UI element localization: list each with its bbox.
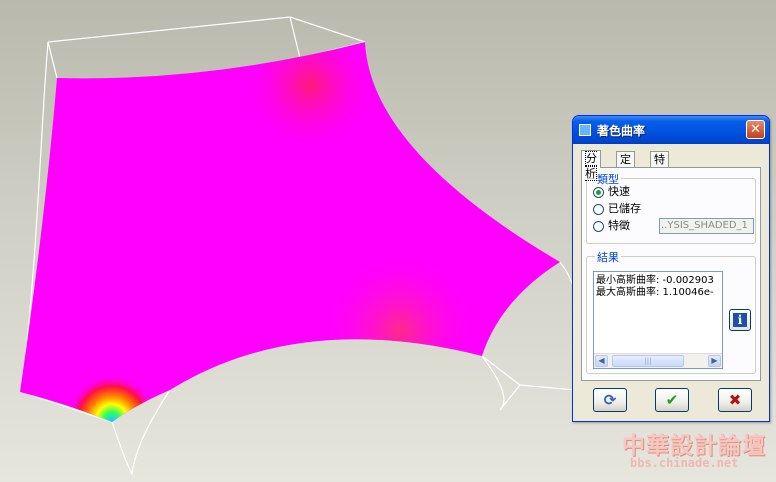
repaint-icon: ⟳ <box>603 391 617 409</box>
curvature-spectrum-spot <box>20 42 560 422</box>
cancel-button[interactable]: ✖ <box>718 388 752 412</box>
info-icon: i <box>733 313 747 327</box>
info-button[interactable]: i <box>729 309 751 331</box>
scroll-right-icon[interactable]: ▶ <box>708 355 721 367</box>
checkmark-icon: ✔ <box>665 391 679 409</box>
radio-feature-label: 特徵 <box>608 219 630 232</box>
horizontal-scrollbar[interactable]: ◀ ||| ▶ <box>594 353 722 368</box>
radio-button-icon[interactable] <box>593 220 604 232</box>
forum-watermark: 中華設計論壇 bbs.chinade.net <box>616 424 776 480</box>
close-icon: ✕ <box>750 122 761 137</box>
min-gaussian-curvature: 最小高斯曲率: -0.002903 <box>596 275 714 286</box>
tab-analysis[interactable]: 分析 <box>581 150 601 181</box>
tab-definition[interactable]: 定義 <box>616 151 635 181</box>
tab-feature[interactable]: 特徵 <box>650 151 669 181</box>
radio-quick[interactable]: 快速 <box>593 185 630 199</box>
results-group: 結果 最小高斯曲率: -0.002903 最大高斯曲率: 1.10046e- ◀… <box>586 249 756 374</box>
radio-button-icon[interactable] <box>593 186 604 198</box>
window-icon <box>579 124 591 136</box>
ok-button[interactable]: ✔ <box>655 388 689 412</box>
repaint-button[interactable]: ⟳ <box>593 388 627 412</box>
radio-quick-label: 快速 <box>608 185 630 198</box>
dialog-title-bar[interactable]: 著色曲率 ✕ <box>573 116 769 144</box>
cancel-x-icon: ✖ <box>728 391 742 409</box>
scroll-left-icon[interactable]: ◀ <box>595 355 608 367</box>
max-gaussian-curvature: 最大高斯曲率: 1.10046e- <box>596 287 714 298</box>
shaded-curvature-dialog: 著色曲率 ✕ 分析 定義 特徵 類型 快速 已儲存 特徵 ..YSIS_SHAD… <box>572 115 770 422</box>
radio-saved[interactable]: 已儲存 <box>593 202 641 216</box>
close-button[interactable]: ✕ <box>746 120 765 139</box>
dialog-title: 著色曲率 <box>597 124 646 138</box>
radio-feature[interactable]: 特徵 <box>593 219 630 233</box>
radio-saved-label: 已儲存 <box>608 202 641 215</box>
watermark-logo: 中華設計論壇 <box>622 433 766 459</box>
scroll-thumb[interactable]: ||| <box>612 355 684 367</box>
saved-analysis-field[interactable]: ..YSIS_SHADED_1 <box>659 218 754 234</box>
tab-panel: 類型 快速 已儲存 特徵 ..YSIS_SHADED_1 結果 最小高斯曲率: … <box>581 167 761 381</box>
type-group: 類型 快速 已儲存 特徵 ..YSIS_SHADED_1 <box>586 171 756 244</box>
results-text-area[interactable]: 最小高斯曲率: -0.002903 最大高斯曲率: 1.10046e- ◀ ||… <box>593 271 723 369</box>
results-group-label: 結果 <box>595 249 621 265</box>
radio-button-icon[interactable] <box>593 203 604 215</box>
watermark-url: bbs.chinade.net <box>630 456 739 470</box>
